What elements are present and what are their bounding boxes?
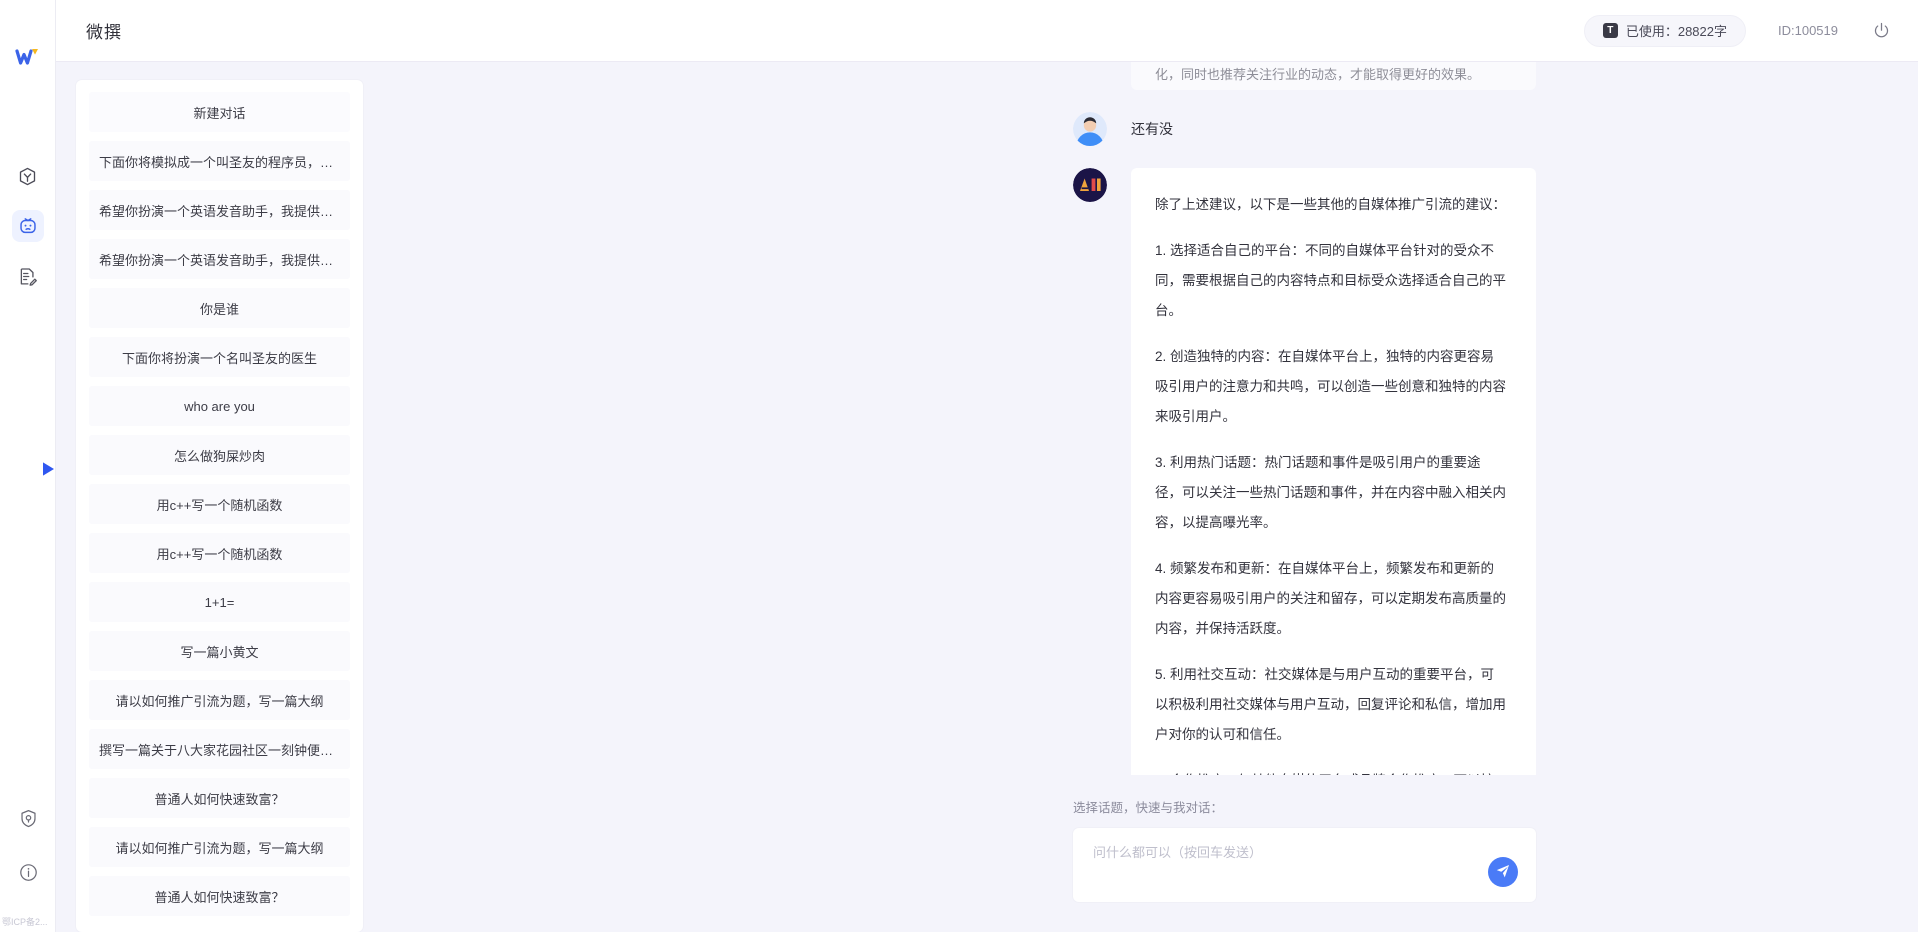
list-item[interactable]: 请以如何推广引流为题，写一篇大纲	[89, 680, 350, 720]
assistant-message-card: 除了上述建议，以下是一些其他的自媒体推广引流的建议： 1. 选择适合自己的平台：…	[1131, 168, 1536, 775]
list-item[interactable]: 用c++写一个随机函数	[89, 484, 350, 524]
play-triangle-icon[interactable]	[34, 455, 62, 483]
assistant-paragraph: 6. 合作推广：与其他自媒体平台或品牌合作推广，可以扩大自己的曝光率和受众范围。	[1155, 766, 1506, 775]
assistant-paragraph: 3. 利用热门话题：热门话题和事件是吸引用户的重要途径，可以关注一些热门话题和事…	[1155, 455, 1506, 530]
new-conversation-button[interactable]: 新建对话	[89, 92, 350, 132]
rail-nav-group	[11, 160, 44, 292]
conversation-title: 希望你扮演一个英语发音助手，我提供给你...	[99, 252, 340, 268]
icp-footnote: 鄂ICP备2...	[2, 917, 48, 927]
list-item[interactable]: 希望你扮演一个英语发音助手，我提供给你...	[89, 190, 350, 230]
conversation-title: 普通人如何快速致富？	[154, 889, 285, 905]
list-item[interactable]: 怎么做狗屎炒肉	[89, 435, 350, 475]
conversation-title: 普通人如何快速致富？	[154, 791, 285, 807]
conversation-title: who are you	[184, 398, 255, 414]
info-circle-icon[interactable]	[12, 856, 44, 888]
right-column: 微撰 T 已使用：28822字 ID:100519 新建对话 下面你将模拟成一个…	[56, 0, 1918, 932]
assistant-paragraph: 4. 频繁发布和更新：在自媒体平台上，频繁发布和更新的内容更容易吸引用户的关注和…	[1155, 561, 1506, 636]
conversation-list[interactable]: 新建对话 下面你将模拟成一个叫圣友的程序员，我说... 希望你扮演一个英语发音助…	[76, 80, 363, 932]
usage-label: 已使用：28822字	[1625, 24, 1727, 39]
assistant-paragraph: 2. 创造独特的内容：在自媒体平台上，独特的内容更容易吸引用户的注意力和共鸣，可…	[1155, 349, 1506, 424]
composer-hint: 选择话题，快速与我对话：	[1073, 801, 1224, 815]
conversation-card: 新建对话 下面你将模拟成一个叫圣友的程序员，我说... 希望你扮演一个英语发音助…	[76, 80, 363, 932]
composer-box	[1073, 828, 1536, 902]
conversation-title: 写一篇小黄文	[180, 644, 259, 660]
list-item[interactable]: who are you	[89, 386, 350, 426]
list-item[interactable]: 下面你将扮演一个名叫圣友的医生	[89, 337, 350, 377]
assistant-paragraph: 5. 利用社交互动：社交媒体是与用户互动的重要平台，可以积极利用社交媒体与用户互…	[1155, 667, 1506, 742]
list-item[interactable]: 撰写一篇关于八大家花园社区一刻钟便民生...	[89, 729, 350, 769]
top-bar-actions: T 已使用：28822字 ID:100519	[1583, 14, 1892, 47]
list-item[interactable]: 1+1=	[89, 582, 350, 622]
new-conversation-label: 新建对话	[193, 105, 246, 121]
conversation-title: 怎么做狗屎炒肉	[173, 448, 265, 464]
assistant-paragraph: 除了上述建议，以下是一些其他的自媒体推广引流的建议：	[1155, 197, 1506, 212]
conversation-title: 用c++写一个随机函数	[156, 546, 283, 562]
clipped-message: 自媒体推广引流需要耐心和坚持，建议你自己不断尝试和优化，同时也推荐关注行业的动态…	[1131, 62, 1536, 90]
send-paper-plane-icon	[1495, 863, 1511, 882]
list-item[interactable]: 请以如何推广引流为题，写一篇大纲	[89, 827, 350, 867]
conversation-title: 你是谁	[199, 301, 239, 317]
document-edit-icon[interactable]	[12, 260, 44, 292]
robot-face-icon[interactable]	[11, 210, 44, 242]
list-item[interactable]: 普通人如何快速致富？	[89, 876, 350, 916]
power-icon[interactable]	[1870, 20, 1892, 42]
conversation-title: 1+1=	[204, 594, 235, 610]
chat-messages: 自媒体推广引流需要耐心和坚持，建议你自己不断尝试和优化，同时也推荐关注行业的动态…	[383, 62, 1536, 775]
conversation-title: 希望你扮演一个英语发音助手，我提供给你...	[99, 203, 340, 219]
user-message-text: 还有没	[1131, 121, 1173, 137]
conversation-title: 用c++写一个随机函数	[156, 497, 283, 513]
conversation-title: 下面你将模拟成一个叫圣友的程序员，我说...	[99, 154, 340, 170]
list-item[interactable]: 希望你扮演一个英语发音助手，我提供给你...	[89, 239, 350, 279]
list-item[interactable]: 你是谁	[89, 288, 350, 328]
cube-box-icon[interactable]	[12, 160, 44, 192]
usage-badge[interactable]: T 已使用：28822字	[1583, 14, 1746, 47]
conversation-title: 请以如何推广引流为题，写一篇大纲	[115, 840, 324, 856]
top-bar: 微撰 T 已使用：28822字 ID:100519	[56, 0, 1918, 62]
left-icon-rail: 鄂ICP备2...	[0, 0, 56, 932]
conversation-title: 请以如何推广引流为题，写一篇大纲	[115, 693, 324, 709]
chat-scroll-area[interactable]: 自媒体推广引流需要耐心和坚持，建议你自己不断尝试和优化，同时也推荐关注行业的动态…	[383, 62, 1918, 775]
list-item[interactable]: 写一篇小黄文	[89, 631, 350, 671]
list-item[interactable]: 用c++写一个随机函数	[89, 533, 350, 573]
page-title: 微撰	[86, 23, 122, 42]
chat-column: 自媒体推广引流需要耐心和坚持，建议你自己不断尝试和优化，同时也推荐关注行业的动态…	[383, 62, 1918, 932]
assistant-paragraph: 1. 选择适合自己的平台：不同的自媒体平台针对的受众不同，需要根据自己的内容特点…	[1155, 243, 1506, 318]
message-row-user: 还有没	[1073, 112, 1536, 146]
user-avatar[interactable]	[1073, 112, 1107, 146]
list-item[interactable]: 普通人如何快速致富？	[89, 778, 350, 818]
message-input[interactable]	[1073, 828, 1536, 902]
message-row-assistant: 除了上述建议，以下是一些其他的自媒体推广引流的建议： 1. 选择适合自己的平台：…	[1073, 168, 1536, 775]
main-body: 新建对话 下面你将模拟成一个叫圣友的程序员，我说... 希望你扮演一个英语发音助…	[56, 62, 1918, 932]
composer: 选择话题，快速与我对话：	[383, 775, 1918, 932]
ai-avatar[interactable]	[1073, 168, 1107, 202]
send-button[interactable]	[1488, 857, 1518, 887]
conversation-title: 下面你将扮演一个名叫圣友的医生	[121, 350, 317, 366]
conversation-panel: 新建对话 下面你将模拟成一个叫圣友的程序员，我说... 希望你扮演一个英语发音助…	[56, 62, 383, 932]
rail-bottom-group	[0, 802, 56, 888]
list-item[interactable]: 下面你将模拟成一个叫圣友的程序员，我说...	[89, 141, 350, 181]
weizhuan-logo-icon[interactable]	[11, 40, 45, 74]
user-id-label: ID:100519	[1778, 23, 1838, 38]
shield-lock-icon[interactable]	[12, 802, 44, 834]
conversation-title: 撰写一篇关于八大家花园社区一刻钟便民生...	[99, 742, 340, 758]
text-count-icon: T	[1602, 23, 1618, 38]
app-root: 鄂ICP备2... 微撰 T 已使用：28822字 ID:100519 新建对话…	[0, 0, 1918, 932]
